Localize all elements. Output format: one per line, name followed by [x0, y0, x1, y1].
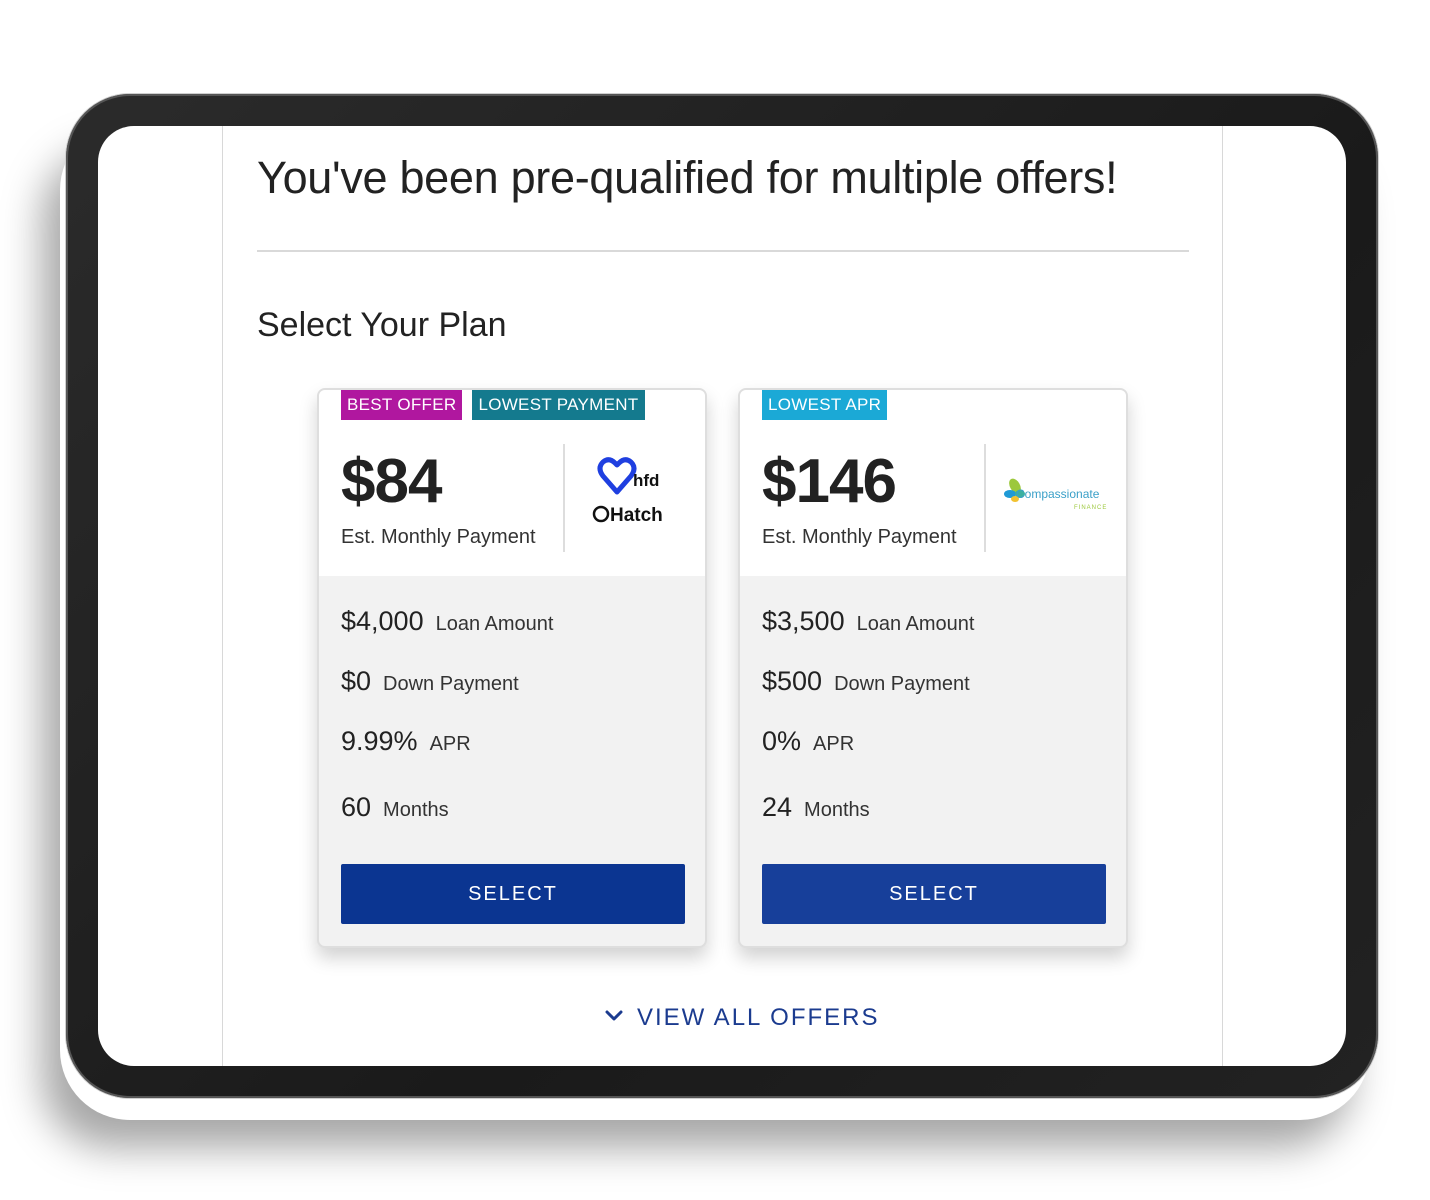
select-offer-button[interactable]: SELECT — [762, 864, 1106, 924]
offer-tags: LOWEST APR — [762, 390, 888, 420]
apr-row: 9.99% APR — [341, 726, 471, 757]
monthly-payment-amount: $84 — [341, 447, 442, 516]
offer-card-1: BEST OFFER LOWEST PAYMENT $84 Est. Month… — [317, 388, 707, 948]
lowest-apr-badge: LOWEST APR — [762, 390, 888, 420]
loan-amount-value: $4,000 — [341, 606, 424, 636]
lowest-payment-badge: LOWEST PAYMENT — [472, 390, 645, 420]
term-value: 60 — [341, 792, 372, 822]
section-title: Select Your Plan — [257, 306, 507, 344]
apr-label: APR — [813, 733, 855, 755]
down-payment-label: Down Payment — [834, 673, 970, 695]
svg-text:hfd: hfd — [633, 471, 659, 490]
apr-value: 0% — [762, 726, 802, 756]
offer-card-header: BEST OFFER LOWEST PAYMENT $84 Est. Month… — [319, 390, 705, 576]
monthly-payment-amount: $146 — [762, 447, 897, 516]
apr-value: 9.99% — [341, 726, 418, 756]
offer-card-2: LOWEST APR $146 Est. Monthly Payment Com… — [738, 388, 1128, 948]
svg-text:FINANCE: FINANCE — [1074, 505, 1107, 511]
down-payment-value: $500 — [762, 666, 823, 696]
page-title: You've been pre-qualified for multiple o… — [257, 152, 1118, 203]
monthly-payment-label: Est. Monthly Payment — [341, 526, 536, 548]
apr-row: 0% APR — [762, 726, 854, 757]
svg-text:Hatch: Hatch — [610, 505, 663, 526]
loan-amount-label: Loan Amount — [435, 613, 554, 635]
loan-amount-row: $4,000 Loan Amount — [341, 606, 553, 637]
hfd-hatch-logo: hfd Hatch — [581, 456, 693, 546]
header-divider — [563, 444, 565, 552]
down-payment-label: Down Payment — [383, 673, 519, 695]
term-value: 24 — [762, 792, 793, 822]
view-all-offers-link[interactable]: VIEW ALL OFFERS — [605, 1004, 880, 1032]
down-payment-value: $0 — [341, 666, 372, 696]
term-row: 24 Months — [762, 792, 870, 823]
loan-amount-row: $3,500 Loan Amount — [762, 606, 974, 637]
page-content: You've been pre-qualified for multiple o… — [222, 126, 1223, 1066]
down-payment-row: $500 Down Payment — [762, 666, 970, 697]
view-all-offers-label: VIEW ALL OFFERS — [637, 1004, 880, 1031]
offer-card-header: LOWEST APR $146 Est. Monthly Payment Com… — [740, 390, 1126, 576]
svg-text:Compassionate: Compassionate — [1016, 487, 1100, 501]
title-divider — [257, 250, 1189, 252]
term-row: 60 Months — [341, 792, 449, 823]
loan-amount-value: $3,500 — [762, 606, 845, 636]
down-payment-row: $0 Down Payment — [341, 666, 519, 697]
term-label: Months — [804, 799, 870, 821]
select-offer-button[interactable]: SELECT — [341, 864, 685, 924]
term-label: Months — [383, 799, 449, 821]
chevron-down-icon — [605, 1009, 623, 1027]
apr-label: APR — [429, 733, 471, 755]
tablet-screen: You've been pre-qualified for multiple o… — [98, 126, 1346, 1066]
best-offer-badge: BEST OFFER — [341, 390, 463, 420]
monthly-payment-label: Est. Monthly Payment — [762, 526, 957, 548]
loan-amount-label: Loan Amount — [856, 613, 975, 635]
header-divider — [984, 444, 986, 552]
compassionate-finance-logo: Compassionate FINANCE — [1002, 456, 1114, 546]
offer-tags: BEST OFFER LOWEST PAYMENT — [341, 390, 645, 420]
